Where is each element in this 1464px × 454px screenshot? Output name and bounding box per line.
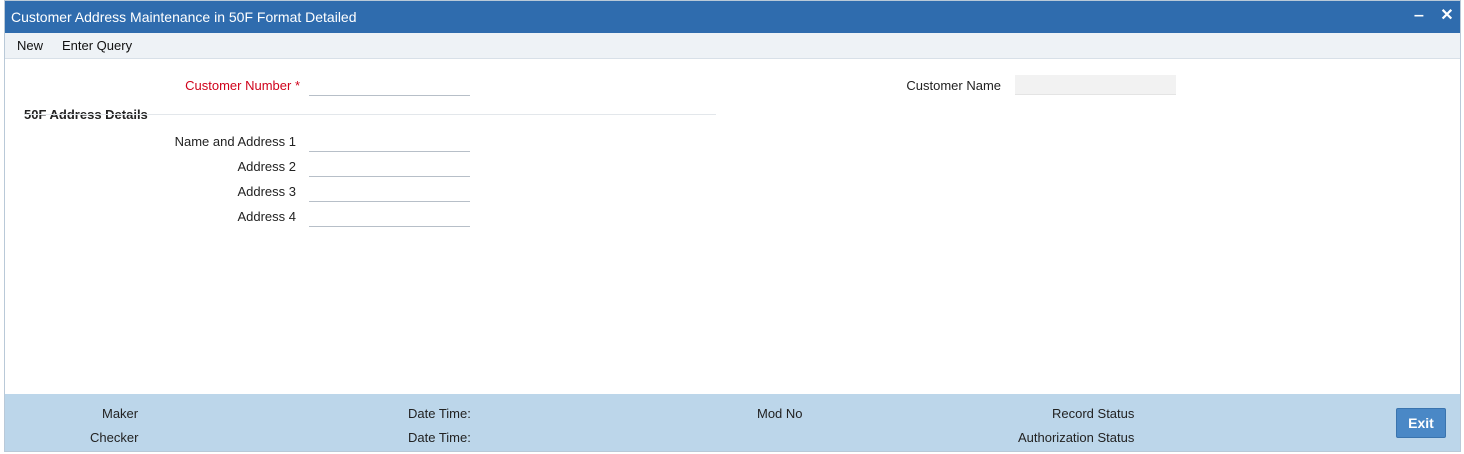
customer-number-label: Customer Number *	[185, 78, 300, 93]
audit-footer: Maker Checker Date Time: Date Time: Mod …	[5, 394, 1460, 451]
customer-name-field	[1015, 75, 1176, 95]
new-button[interactable]: New	[17, 38, 43, 53]
customer-name-label: Customer Name	[906, 78, 1001, 93]
customer-number-label-text: Customer Number	[185, 78, 292, 93]
checker-date-time-label: Date Time:	[408, 430, 471, 445]
address3-label: Address 3	[237, 184, 296, 199]
customer-address-window: Customer Address Maintenance in 50F Form…	[4, 0, 1461, 452]
address3-input[interactable]	[309, 182, 470, 202]
section-divider	[24, 114, 716, 115]
record-status-label: Record Status	[1052, 406, 1135, 421]
enter-query-button[interactable]: Enter Query	[62, 38, 132, 53]
mod-no-label: Mod No	[757, 406, 803, 421]
maker-date-time-label: Date Time:	[408, 406, 471, 421]
maker-label: Maker	[102, 406, 139, 421]
close-icon[interactable]: ✕	[1437, 6, 1457, 26]
address4-input[interactable]	[309, 207, 470, 227]
checker-label: Checker	[90, 430, 139, 445]
address2-input[interactable]	[309, 157, 470, 177]
title-bar: Customer Address Maintenance in 50F Form…	[5, 1, 1460, 33]
toolbar: New Enter Query	[5, 33, 1460, 59]
address4-label: Address 4	[237, 209, 296, 224]
exit-button[interactable]: Exit	[1396, 408, 1446, 438]
address2-label: Address 2	[237, 159, 296, 174]
customer-number-input[interactable]	[309, 76, 470, 96]
authorization-status-label: Authorization Status	[1018, 430, 1135, 445]
name-address1-input[interactable]	[309, 132, 470, 152]
required-marker: *	[294, 78, 300, 93]
minimize-icon[interactable]: ‒	[1409, 6, 1429, 26]
name-address1-label: Name and Address 1	[174, 134, 296, 149]
window-title: Customer Address Maintenance in 50F Form…	[11, 9, 357, 25]
